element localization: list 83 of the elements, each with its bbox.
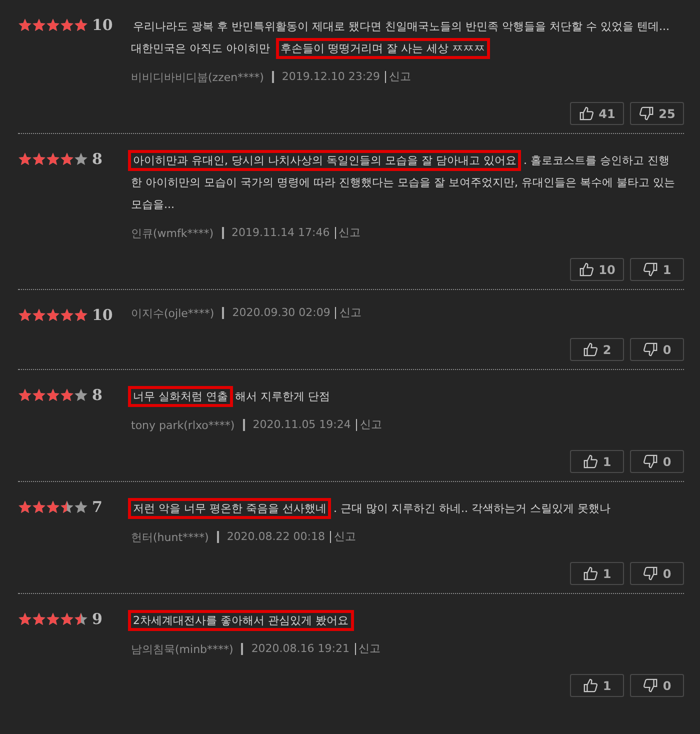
rating-score: 8 xyxy=(92,150,102,168)
report-link[interactable]: 신고 xyxy=(335,307,362,319)
thumbs-up-icon xyxy=(582,454,598,469)
star-icon xyxy=(46,308,60,322)
star-icon xyxy=(74,152,88,166)
star-icon xyxy=(32,388,46,402)
report-link[interactable]: 신고 xyxy=(334,227,361,239)
dislike-button[interactable]: 1 xyxy=(630,258,684,281)
star-icon xyxy=(74,500,88,514)
star-icon xyxy=(18,18,32,32)
star-icon xyxy=(60,388,74,402)
star-icon xyxy=(60,152,74,166)
review-date: 2019.11.14 17:46 xyxy=(222,227,330,239)
star-icon xyxy=(74,388,88,402)
author-name: 이지수(ojle****) xyxy=(131,306,214,320)
dislike-button[interactable]: 25 xyxy=(630,102,684,125)
like-button[interactable]: 10 xyxy=(570,258,624,281)
author-name: tony park(rlxo****) xyxy=(131,418,235,432)
report-link[interactable]: 신고 xyxy=(354,643,380,655)
author-name: 헌터(hunt****) xyxy=(131,530,209,544)
thumbs-down-icon xyxy=(642,454,658,469)
author-name: 인큐(wmfk****) xyxy=(131,226,214,240)
rating-score: 10 xyxy=(92,16,113,34)
star-icon xyxy=(74,308,88,322)
review-text: 우리나라도 광복 후 반민특위활동이 제대로 됐다면 친일매국노들의 반민족 악행들을 처단할 수 있었을 텐데... 대한민국은 아직도 아이히만 후손들이 떵떵거리며 잘 사는 세상 ㅉㅉㅉ xyxy=(126,12,684,64)
thumbs-down-icon xyxy=(642,566,658,581)
star-icon xyxy=(74,18,88,32)
thumbs-down-icon xyxy=(642,262,658,277)
report-link[interactable]: 신고 xyxy=(356,419,382,431)
star-icon xyxy=(18,308,32,322)
review-text: 2차세계대전사를 좋아해서 관심있게 봤어요 xyxy=(126,606,684,636)
thumbs-up-icon xyxy=(578,106,594,121)
review-text: 저런 악을 너무 평온한 죽음을 선사했네 . 근대 많이 지루하긴 하네.. 각색하는거 스릴있게 못했나 xyxy=(126,494,684,524)
star-icon xyxy=(32,612,46,626)
author-name: 비비디바비디붑(zzen****) xyxy=(131,70,264,84)
report-link[interactable]: 신고 xyxy=(385,71,412,83)
rating-score: 9 xyxy=(92,610,102,628)
star-icon xyxy=(46,388,60,402)
star-icon xyxy=(18,388,32,402)
star-icon xyxy=(46,152,60,166)
star-icon xyxy=(32,308,46,322)
thumbs-up-icon xyxy=(582,678,598,693)
review-date: 2019.12.10 23:29 xyxy=(272,71,380,83)
thumbs-down-icon xyxy=(642,678,658,693)
star-icon xyxy=(46,500,60,514)
star-icon xyxy=(18,500,32,514)
dislike-button[interactable]: 0 xyxy=(630,562,684,585)
star-icon xyxy=(60,612,74,626)
star-icon xyxy=(18,152,32,166)
review-date: 2020.08.16 19:21 xyxy=(241,643,350,655)
star-icon xyxy=(32,152,46,166)
star-icon xyxy=(60,308,74,322)
thumbs-down-icon xyxy=(638,106,654,121)
star-icon xyxy=(46,612,60,626)
author-name: 남의침묵(minb****) xyxy=(131,642,234,656)
star-icon xyxy=(46,18,60,32)
review-text: 너무 실화처럼 연출 해서 지루한게 단점 xyxy=(126,382,684,412)
star-icon xyxy=(32,500,46,514)
like-button[interactable]: 41 xyxy=(570,102,624,125)
dislike-button[interactable]: 0 xyxy=(630,338,684,361)
thumbs-down-icon xyxy=(642,342,658,357)
star-icon xyxy=(60,18,74,32)
review-date: 2020.08.22 00:18 xyxy=(216,531,325,543)
report-link[interactable]: 신고 xyxy=(330,531,356,543)
thumbs-up-icon xyxy=(578,262,594,277)
like-button[interactable]: 1 xyxy=(570,450,624,473)
thumbs-up-icon xyxy=(582,566,598,581)
review-text: 아이히만과 유대인, 당시의 나치사상의 독일인들의 모습을 잘 담아내고 있어요 . 홀로코스트를 승인하고 진행한 아이히만의 모습이 국가의 명령에 따라 진행했다는 모습을 잘 보여주었지만, 유대인들은 복수에 불타고 있는 모습을... xyxy=(126,146,684,220)
rating-score: 10 xyxy=(92,306,113,324)
dislike-button[interactable]: 0 xyxy=(630,450,684,473)
star-icon xyxy=(18,612,32,626)
like-button[interactable]: 1 xyxy=(570,674,624,697)
star-icon xyxy=(60,500,74,514)
star-icon xyxy=(74,612,88,626)
like-button[interactable]: 2 xyxy=(570,338,624,361)
star-icon xyxy=(32,18,46,32)
review-date: 2020.09.30 02:09 xyxy=(222,307,330,319)
like-button[interactable]: 1 xyxy=(570,562,624,585)
dislike-button[interactable]: 0 xyxy=(630,674,684,697)
thumbs-up-icon xyxy=(582,342,598,357)
rating-score: 8 xyxy=(92,386,102,404)
rating-score: 7 xyxy=(92,498,102,516)
review-date: 2020.11.05 19:24 xyxy=(242,419,351,431)
